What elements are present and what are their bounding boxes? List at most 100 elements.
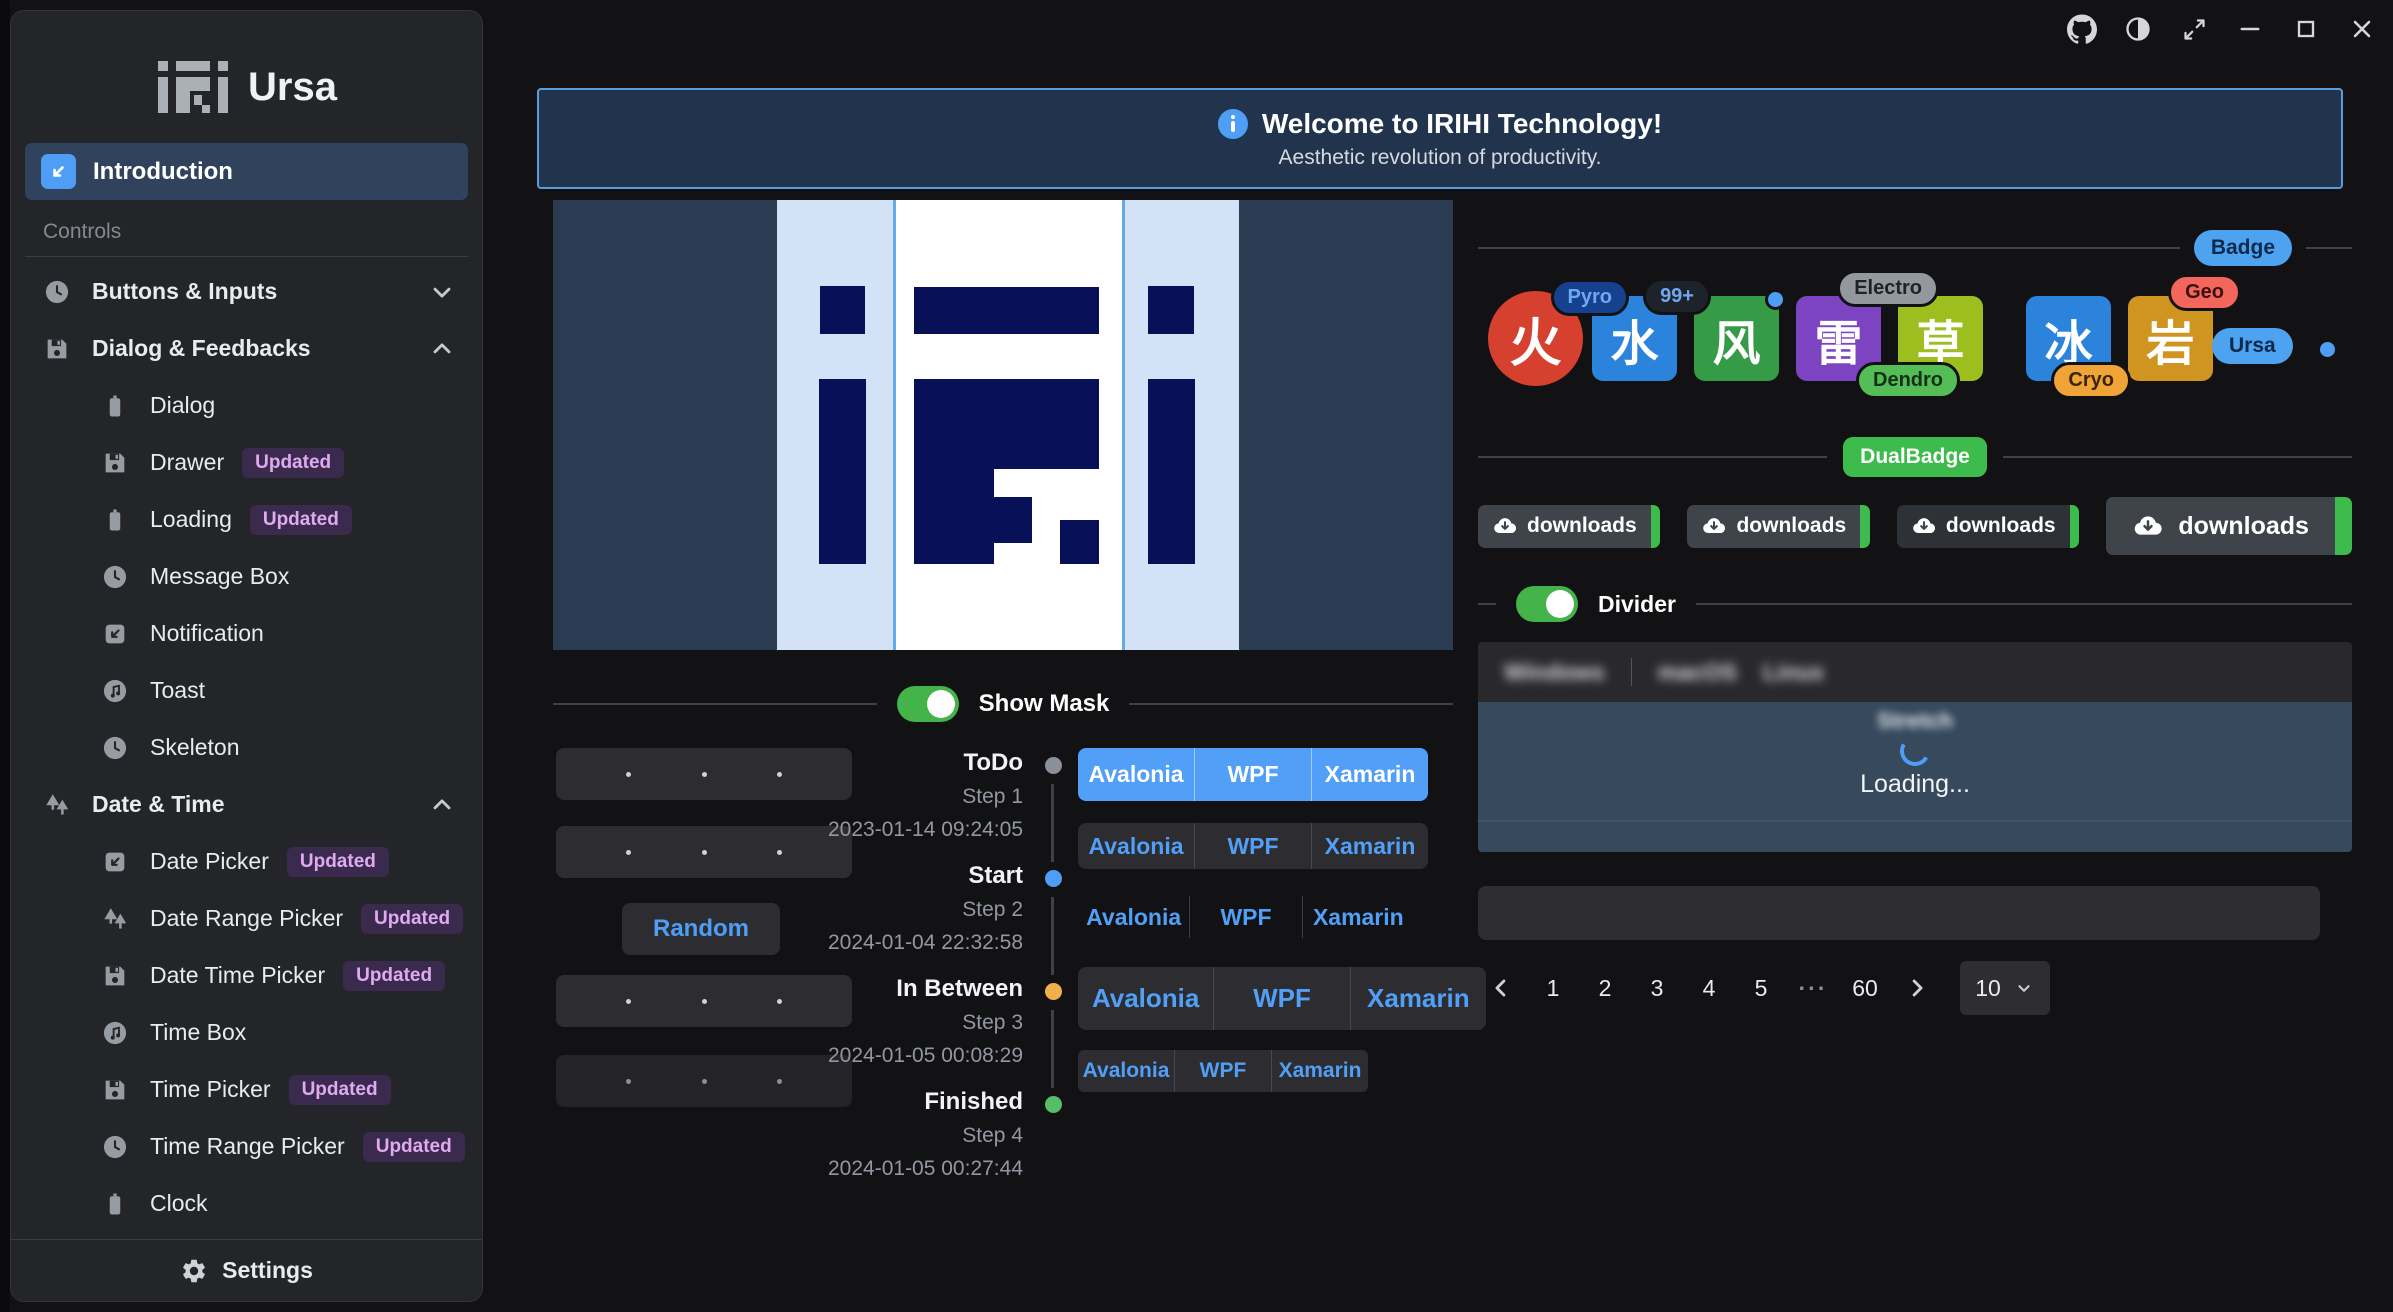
settings-button[interactable]: Settings bbox=[11, 1239, 482, 1301]
sidebar-item-date-time-picker[interactable]: Date Time Picker Updated bbox=[11, 947, 482, 1004]
timeline-dot-in-between bbox=[1045, 983, 1062, 1000]
random-button[interactable]: Random bbox=[622, 903, 780, 955]
sidebar-item-drawer[interactable]: Drawer Updated bbox=[11, 434, 482, 491]
downloads-badge-large: downloads 2.4k bbox=[2106, 497, 2352, 555]
sidebar-item-clock[interactable]: Clock bbox=[11, 1175, 482, 1232]
github-icon[interactable] bbox=[2067, 14, 2097, 44]
caret-down-icon bbox=[2013, 977, 2035, 999]
tab-bar: Windows macOS Linux bbox=[1478, 642, 2352, 702]
page-button-2[interactable]: 2 bbox=[1582, 965, 1628, 1011]
sidebar-item-toast[interactable]: Toast bbox=[11, 662, 482, 719]
xamarin-button[interactable]: Xamarin bbox=[1311, 748, 1428, 801]
avalonia-button[interactable]: Avalonia bbox=[1078, 1050, 1174, 1092]
trees-icon bbox=[43, 791, 71, 819]
updated-badge: Updated bbox=[242, 448, 344, 478]
theme-toggle-icon[interactable] bbox=[2123, 14, 2153, 44]
wpf-button[interactable]: WPF bbox=[1194, 823, 1311, 869]
timeline-entry-todo: ToDo Step 1 2023-01-14 09:24:05 bbox=[788, 746, 1023, 846]
pagination: 1 2 3 4 5 ··· 60 10 bbox=[1478, 960, 2050, 1016]
downloads-badge: downloads 2.4k bbox=[1478, 505, 1660, 548]
page-button-3[interactable]: 3 bbox=[1634, 965, 1680, 1011]
sidebar-item-message-box[interactable]: Message Box bbox=[11, 548, 482, 605]
wpf-button[interactable]: WPF bbox=[1194, 748, 1311, 801]
sidebar-group-date-time[interactable]: Date & Time bbox=[11, 776, 482, 833]
page-ellipsis[interactable]: ··· bbox=[1790, 965, 1836, 1011]
battery-icon bbox=[101, 392, 129, 420]
loading-label: Loading... bbox=[1860, 770, 1970, 799]
timeline-entry-in-between: In Between Step 3 2024-01-05 00:08:29 bbox=[788, 972, 1023, 1072]
show-mask-toggle[interactable] bbox=[897, 686, 959, 722]
sidebar-item-notification[interactable]: Notification bbox=[11, 605, 482, 662]
page-next-button[interactable] bbox=[1894, 965, 1940, 1011]
divider-toggle[interactable] bbox=[1516, 586, 1578, 622]
page-size-select[interactable]: 10 bbox=[1960, 961, 2050, 1015]
badge-pyro: 火 Pyro bbox=[1488, 291, 1583, 386]
sidebar-nav: Buttons & Inputs Dialog & Feedbacks Dial… bbox=[11, 263, 482, 1239]
fullscreen-icon[interactable] bbox=[2179, 14, 2209, 44]
count-badge: 99+ bbox=[1643, 278, 1711, 315]
sidebar-item-date-range-picker[interactable]: Date Range Picker Updated bbox=[11, 890, 482, 947]
timeline-rail bbox=[1051, 784, 1054, 862]
cloud-download-icon bbox=[1701, 513, 1727, 539]
divider-demo-row: Divider bbox=[1478, 582, 2352, 626]
save-icon bbox=[101, 1076, 129, 1104]
geo-badge: Geo bbox=[2168, 274, 2241, 311]
ursa-logo-icon bbox=[156, 59, 230, 115]
electro-badge: Electro bbox=[1837, 270, 1939, 307]
text-input-empty[interactable] bbox=[1478, 886, 2320, 940]
sidebar-item-loading[interactable]: Loading Updated bbox=[11, 491, 482, 548]
badge-geo: 岩 Geo bbox=[2128, 296, 2213, 381]
updated-badge: Updated bbox=[343, 961, 445, 991]
sidebar-group-dialog-feedbacks[interactable]: Dialog & Feedbacks bbox=[11, 320, 482, 377]
show-mask-label: Show Mask bbox=[979, 690, 1110, 718]
battery-icon bbox=[101, 1190, 129, 1218]
sidebar-item-time-box[interactable]: Time Box bbox=[11, 1004, 482, 1061]
sidebar-item-skeleton[interactable]: Skeleton bbox=[11, 719, 482, 776]
xamarin-button[interactable]: Xamarin bbox=[1311, 823, 1428, 869]
sidebar-item-dialog[interactable]: Dialog bbox=[11, 377, 482, 434]
button-group-large: Avalonia WPF Xamarin bbox=[1078, 967, 1486, 1030]
updated-badge: Updated bbox=[361, 904, 463, 934]
sidebar-item-introduction[interactable]: Introduction bbox=[25, 143, 468, 200]
updated-badge: Updated bbox=[250, 505, 352, 535]
page-button-4[interactable]: 4 bbox=[1686, 965, 1732, 1011]
loading-spinner bbox=[1897, 733, 1934, 770]
edit-icon bbox=[101, 620, 129, 648]
cloud-download-icon bbox=[2132, 510, 2164, 542]
chevron-up-icon bbox=[428, 791, 456, 819]
battery-icon bbox=[101, 506, 129, 534]
avalonia-button[interactable]: Avalonia bbox=[1078, 748, 1194, 801]
page-button-60[interactable]: 60 bbox=[1842, 965, 1888, 1011]
xamarin-button[interactable]: Xamarin bbox=[1271, 1050, 1368, 1092]
wpf-button[interactable]: WPF bbox=[1189, 896, 1301, 938]
tab-linux[interactable]: Linux bbox=[1763, 659, 1824, 686]
banner-subtitle: Aesthetic revolution of productivity. bbox=[1279, 146, 1602, 170]
page-button-1[interactable]: 1 bbox=[1530, 965, 1576, 1011]
note-icon bbox=[101, 1019, 129, 1047]
sidebar-item-time-picker[interactable]: Time Picker Updated bbox=[11, 1061, 482, 1118]
wpf-button[interactable]: WPF bbox=[1213, 967, 1349, 1030]
minimize-button[interactable] bbox=[2235, 14, 2265, 44]
xamarin-button[interactable]: Xamarin bbox=[1302, 896, 1414, 938]
avalonia-button[interactable]: Avalonia bbox=[1078, 896, 1189, 938]
button-group-dark: Avalonia WPF Xamarin bbox=[1078, 823, 1428, 869]
hero-logo-image bbox=[553, 200, 1453, 650]
page-button-5[interactable]: 5 bbox=[1738, 965, 1784, 1011]
pyro-badge: Pyro bbox=[1551, 279, 1629, 316]
tab-windows[interactable]: Windows bbox=[1504, 659, 1605, 686]
close-button[interactable] bbox=[2347, 14, 2377, 44]
sidebar-item-date-picker[interactable]: Date Picker Updated bbox=[11, 833, 482, 890]
button-group-solid: Avalonia WPF Xamarin bbox=[1078, 748, 1428, 801]
wpf-button[interactable]: WPF bbox=[1174, 1050, 1271, 1092]
sidebar-item-time-range-picker[interactable]: Time Range Picker Updated bbox=[11, 1118, 482, 1175]
avalonia-button[interactable]: Avalonia bbox=[1078, 823, 1194, 869]
gear-icon bbox=[180, 1257, 208, 1285]
tab-macos[interactable]: macOS bbox=[1658, 659, 1737, 686]
sidebar-group-buttons-inputs[interactable]: Buttons & Inputs bbox=[11, 263, 482, 320]
xamarin-button[interactable]: Xamarin bbox=[1350, 967, 1486, 1030]
badge-cryo: 冰 Cryo bbox=[2026, 296, 2111, 381]
maximize-button[interactable] bbox=[2291, 14, 2321, 44]
avalonia-button[interactable]: Avalonia bbox=[1078, 967, 1213, 1030]
sidebar-group-navigation-menus[interactable]: Navigation & Menus bbox=[11, 1232, 482, 1239]
page-prev-button[interactable] bbox=[1478, 965, 1524, 1011]
